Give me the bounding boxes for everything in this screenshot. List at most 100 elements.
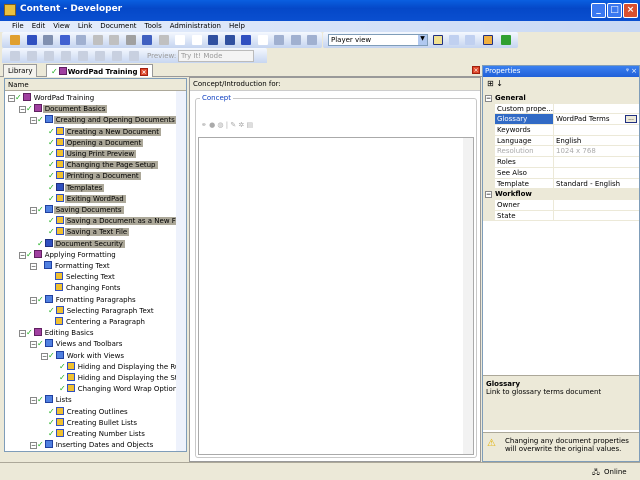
toolbar-icon[interactable]: [274, 35, 284, 45]
minimize-button[interactable]: _: [591, 3, 606, 18]
collapse-icon[interactable]: −: [30, 397, 37, 405]
tree-item[interactable]: ✓ Changing Word Wrap Options: [52, 384, 183, 394]
toolbar-icon[interactable]: [44, 51, 54, 61]
property-row[interactable]: Keywords: [483, 125, 639, 136]
toolbar-icon[interactable]: [10, 35, 20, 45]
menu-link[interactable]: Link: [74, 21, 96, 31]
collapse-icon[interactable]: −: [19, 330, 26, 338]
layout-icon[interactable]: [465, 35, 475, 45]
tree-item[interactable]: −✓ Creating and Opening Documents: [30, 115, 177, 125]
property-value[interactable]: 1024 x 768: [553, 146, 639, 157]
property-value[interactable]: [553, 157, 639, 167]
tree-item[interactable]: −✓ Document Basics: [19, 104, 108, 114]
menu-help[interactable]: Help: [225, 21, 249, 31]
toolbar-icon[interactable]: [112, 51, 122, 61]
toolbar-icon[interactable]: [257, 35, 268, 45]
tree-item[interactable]: ✓ Changing the Page Setup: [41, 160, 158, 170]
tree-item[interactable]: ✓ Hiding and Displaying the Ruler: [52, 361, 186, 372]
property-value[interactable]: [553, 199, 639, 210]
toolbar-icon[interactable]: [307, 35, 317, 45]
tree-item[interactable]: −✓ Lists: [30, 395, 74, 405]
tree-item[interactable]: − Formatting Text: [30, 261, 112, 271]
close-document-icon[interactable]: ×: [472, 66, 480, 74]
property-row[interactable]: Language English: [483, 135, 639, 147]
toolbar-icon[interactable]: [191, 35, 202, 45]
property-row[interactable]: Roles: [483, 157, 639, 168]
property-row[interactable]: Template Standard - English: [483, 178, 639, 190]
properties-icon[interactable]: [483, 35, 493, 45]
toolbar-icon[interactable]: [78, 51, 88, 61]
tree-item[interactable]: ✓ Opening a Document: [41, 137, 144, 148]
property-row[interactable]: Glossary WordPad Terms...: [483, 114, 639, 126]
tree-item[interactable]: −✓ Saving Documents: [30, 205, 124, 215]
collapse-icon[interactable]: −: [8, 95, 15, 102]
preview-select[interactable]: Try It! Mode: [178, 50, 254, 62]
property-row[interactable]: Owner: [483, 199, 639, 211]
pin-close-icons[interactable]: ᵠ ×: [626, 67, 637, 75]
collapse-icon[interactable]: −: [30, 296, 37, 304]
property-value[interactable]: [553, 103, 639, 114]
tree-item[interactable]: −✓ Views and Toolbars: [30, 339, 124, 349]
toolbar-icon[interactable]: [10, 51, 20, 61]
property-value[interactable]: [553, 210, 639, 221]
toolbar-icon[interactable]: [125, 35, 136, 45]
collapse-icon[interactable]: −: [19, 106, 26, 114]
close-tab-icon[interactable]: ×: [139, 68, 148, 76]
toolbar-icon[interactable]: [175, 35, 185, 45]
tree-item[interactable]: ✓ Using Print Preview: [41, 149, 137, 159]
toolbar-icon[interactable]: [76, 35, 86, 45]
property-row[interactable]: Resolution 1024 x 768: [483, 146, 639, 158]
tree-item[interactable]: ✓ Creating Outlines: [41, 406, 130, 417]
tree-item[interactable]: −✓ Formatting Paragraphs: [30, 294, 138, 305]
collapse-icon[interactable]: −: [485, 191, 492, 199]
collapse-icon[interactable]: −: [485, 95, 492, 102]
toolbar-icon[interactable]: [208, 35, 218, 45]
tree-item[interactable]: ✓ Hiding and Displaying the Status: [52, 373, 186, 383]
menu-edit[interactable]: Edit: [28, 21, 50, 31]
toolbar-icon[interactable]: [26, 35, 37, 45]
property-value[interactable]: [553, 125, 639, 135]
layout-icon[interactable]: [449, 35, 459, 45]
tree-item[interactable]: −✓ WordPad Training: [8, 93, 96, 103]
toolbar-icon[interactable]: [158, 35, 169, 45]
tree-item[interactable]: ✓ Saving a Document as a New File: [41, 216, 186, 226]
tree-item[interactable]: ✓ Printing a Document: [41, 171, 141, 181]
vertical-scrollbar[interactable]: [176, 91, 186, 451]
property-value[interactable]: English: [553, 135, 639, 146]
toolbar-icon[interactable]: [224, 35, 235, 45]
tree-item[interactable]: −✓ Editing Basics: [19, 328, 96, 338]
refresh-icon[interactable]: [501, 35, 511, 45]
category-workflow[interactable]: − Workflow: [483, 189, 639, 200]
collapse-icon[interactable]: −: [30, 207, 37, 214]
collapse-icon[interactable]: −: [19, 251, 26, 259]
category-general[interactable]: − General: [483, 93, 639, 104]
concept-editor[interactable]: [198, 137, 474, 455]
outline-header[interactable]: Name: [5, 79, 186, 91]
browse-button[interactable]: ...: [625, 115, 637, 124]
tree-item[interactable]: ✓ Creating a New Document: [41, 126, 161, 137]
categorized-icon[interactable]: ⊞: [487, 79, 494, 88]
collapse-icon[interactable]: −: [30, 263, 37, 270]
property-row[interactable]: See Also: [483, 167, 639, 179]
property-value[interactable]: [553, 167, 639, 178]
tree-item[interactable]: ✓ Document Security: [30, 238, 125, 249]
property-row[interactable]: State: [483, 210, 639, 222]
toolbar-icon[interactable]: [59, 35, 70, 45]
tree-item[interactable]: ✓ Creating Bullet Lists: [41, 417, 139, 428]
sort-alpha-icon[interactable]: ↓: [496, 79, 503, 88]
collapse-icon[interactable]: −: [30, 117, 37, 125]
tree-item[interactable]: ✓ Saving a Text File: [41, 227, 130, 237]
tree-item[interactable]: −✓ Inserting Dates and Objects: [30, 440, 155, 450]
toolbar-icon[interactable]: [92, 35, 103, 45]
menu-view[interactable]: View: [49, 21, 74, 31]
tree-item[interactable]: −✓ Work with Views: [41, 350, 126, 361]
editor-scrollbar[interactable]: [463, 138, 473, 454]
close-button[interactable]: ×: [623, 3, 638, 18]
tree-item[interactable]: ✓ Templates: [41, 182, 105, 193]
tree-item[interactable]: Centering a Paragraph: [41, 317, 147, 327]
view-select[interactable]: Player view ▼: [328, 34, 428, 46]
property-row[interactable]: Custom prope...: [483, 103, 639, 115]
menu-file[interactable]: File: [8, 21, 28, 31]
collapse-icon[interactable]: −: [41, 352, 48, 360]
tree-item[interactable]: Changing Fonts: [41, 283, 122, 293]
